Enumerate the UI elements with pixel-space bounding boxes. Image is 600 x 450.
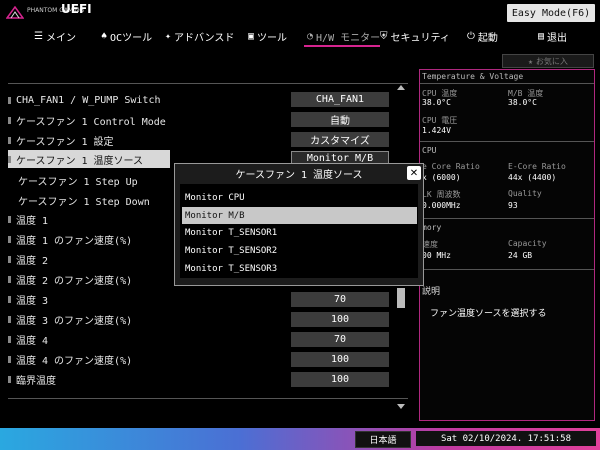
row-bullet xyxy=(8,136,11,144)
active-tab-indicator xyxy=(304,45,380,47)
row-bullet xyxy=(8,255,11,263)
row-bullet xyxy=(8,215,11,223)
phantom-gaming-logo-icon xyxy=(6,6,24,19)
tab-main[interactable]: ☰ メイン xyxy=(34,28,76,44)
row-bullet xyxy=(8,355,11,363)
section-divider xyxy=(420,83,594,84)
pcore-ratio-value: x (6000) xyxy=(422,173,461,182)
description-text: ファン温度ソースを選択する xyxy=(430,309,547,319)
ecore-ratio-label: E-Core Ratio xyxy=(508,162,566,171)
row-bullet xyxy=(8,315,11,323)
scroll-down-arrow-icon[interactable] xyxy=(397,404,405,409)
row-bullet xyxy=(8,235,11,243)
star-icon: ✦ xyxy=(165,30,172,42)
tab-exit[interactable]: ▤ 退出 xyxy=(538,28,567,44)
cpu-voltage-value: 1.424V xyxy=(422,126,451,135)
section-temp-voltage: Temperature & Voltage xyxy=(422,72,524,81)
list-icon: ☰ xyxy=(34,30,43,42)
option-monitor-t-sensor2[interactable]: Monitor T_SENSOR2 xyxy=(182,242,417,259)
mb-temp-value: 38.0°C xyxy=(508,98,537,107)
toolbox-icon: ▣ xyxy=(248,30,255,42)
section-divider xyxy=(420,269,594,270)
setting-value[interactable]: カスタマイズ xyxy=(291,132,389,147)
brand-uefi-text: UEFI xyxy=(61,2,92,16)
tab-security[interactable]: ⛨ セキュリティ xyxy=(380,28,450,44)
row-bullet xyxy=(8,295,11,303)
tab-boot[interactable]: ⏻ 起動 xyxy=(467,28,498,44)
shield-icon: ⛨ xyxy=(380,30,388,42)
favorites-button[interactable]: ★ お気に入 xyxy=(502,54,594,68)
panel-top-divider xyxy=(8,83,408,84)
memory-speed-value: 00 MHz xyxy=(422,251,451,260)
scrollbar-thumb[interactable] xyxy=(397,288,405,308)
dialog-title: ケースファン 1 温度ソース xyxy=(235,169,363,181)
setting-value[interactable]: CHA_FAN1 xyxy=(291,92,389,107)
panel-bottom-divider xyxy=(8,398,408,399)
bclk-value: 0.000MHz xyxy=(422,201,461,210)
cpu-voltage-label: CPU 電圧 xyxy=(422,116,458,125)
row-bullet xyxy=(8,335,11,343)
memory-speed-label: 速度 xyxy=(422,240,438,249)
close-icon[interactable]: ✕ xyxy=(407,166,421,180)
row-bullet xyxy=(8,375,11,383)
section-divider xyxy=(420,141,594,142)
flame-icon: ♠ xyxy=(101,30,108,42)
row-bullet xyxy=(8,116,11,124)
row-bullet xyxy=(8,275,11,283)
star-icon: ★ xyxy=(528,56,533,66)
setting-value[interactable]: 70 xyxy=(291,332,389,347)
cpu-temp-value: 38.0°C xyxy=(422,98,451,107)
datetime-display: Sat 02/10/2024. 17:51:58 xyxy=(416,431,596,446)
tab-oc-tweaker[interactable]: ♠ OCツール xyxy=(101,28,152,44)
option-monitor-cpu[interactable]: Monitor CPU xyxy=(182,189,417,206)
description-title: 説明 xyxy=(422,287,441,297)
setting-value[interactable]: 自動 xyxy=(291,112,389,127)
tab-tool[interactable]: ▣ ツール xyxy=(248,28,287,44)
pcore-ratio-label: e Core Ratio xyxy=(422,162,480,171)
option-monitor-t-sensor3[interactable]: Monitor T_SENSOR3 xyxy=(182,260,417,277)
option-monitor-t-sensor1[interactable]: Monitor T_SENSOR1 xyxy=(182,224,417,241)
language-button[interactable]: 日本語 xyxy=(355,431,411,448)
section-divider xyxy=(420,218,594,219)
memory-capacity-label: Capacity xyxy=(508,239,547,248)
quality-value: 93 xyxy=(508,201,518,210)
setting-value[interactable]: 100 xyxy=(291,372,389,387)
quality-label: Quality xyxy=(508,189,542,198)
setting-value[interactable]: 70 xyxy=(291,292,389,307)
brand-logo: PHANTOM GAMING UEFI xyxy=(27,3,92,15)
ecore-ratio-value: 44x (4400) xyxy=(508,173,557,182)
section-cpu: CPU xyxy=(422,146,437,155)
gauge-icon: ◔ xyxy=(307,30,314,42)
power-icon: ⏻ xyxy=(467,30,475,42)
setting-row-selected[interactable]: ケースファン 1 温度ソース xyxy=(8,150,170,168)
exit-icon: ▤ xyxy=(538,30,545,42)
easy-mode-button[interactable]: Easy Mode(F6) xyxy=(507,4,595,22)
scroll-up-arrow-icon[interactable] xyxy=(397,85,405,90)
row-bullet xyxy=(8,96,11,104)
setting-value[interactable]: 100 xyxy=(291,352,389,367)
row-bullet xyxy=(8,155,11,163)
section-memory: mory xyxy=(422,223,442,232)
memory-capacity-value: 24 GB xyxy=(508,251,533,260)
tab-advanced[interactable]: ✦ アドバンスド xyxy=(165,28,234,44)
option-monitor-mb[interactable]: Monitor M/B xyxy=(182,207,417,224)
tab-hw-monitor[interactable]: ◔ H/W モニター xyxy=(307,28,380,44)
bclk-label: LK 周波数 xyxy=(422,190,461,199)
setting-value[interactable]: 100 xyxy=(291,312,389,327)
